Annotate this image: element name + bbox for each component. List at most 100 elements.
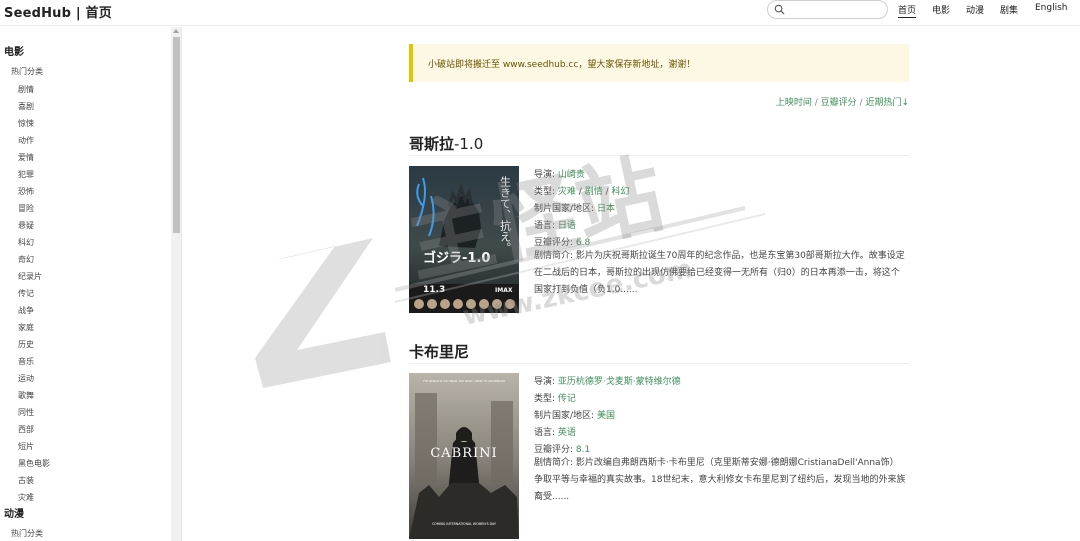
poster-footer: COMING INTERNATIONAL WOMEN'S DAY bbox=[432, 522, 496, 526]
genre-label: 类型: bbox=[534, 394, 558, 404]
site-brand[interactable]: SeedHub | 首页 bbox=[4, 2, 112, 21]
genre-label: 类型: bbox=[534, 187, 558, 197]
divider bbox=[409, 155, 909, 156]
sidebar-category-item[interactable]: 犯罪 bbox=[18, 169, 34, 180]
country-link[interactable]: 美国 bbox=[597, 411, 615, 421]
cabrini-poster-image: THE WORLD IS TOO SMALL FOR WHAT I WANT T… bbox=[409, 373, 519, 539]
sidebar-category-item[interactable]: 动作 bbox=[18, 135, 34, 146]
sidebar-subheading-hot[interactable]: 热门分类 bbox=[11, 66, 43, 77]
sidebar-category-item[interactable]: 短片 bbox=[18, 441, 34, 452]
director-label: 导演: bbox=[534, 170, 558, 180]
notice-text: 小破站即将搬迁至 www.seedhub.cc，望大家保存新地址，谢谢！ bbox=[428, 60, 696, 70]
sort-hot-link[interactable]: 近期热门↓ bbox=[865, 98, 909, 108]
genre-link[interactable]: 传记 bbox=[558, 394, 576, 404]
sidebar-category-item[interactable]: 黑色电影 bbox=[18, 458, 50, 469]
search-input[interactable] bbox=[788, 2, 883, 17]
sidebar-category-item[interactable]: 同性 bbox=[18, 407, 34, 418]
nav-home[interactable]: 首页 bbox=[898, 3, 917, 18]
notice-banner: 小破站即将搬迁至 www.seedhub.cc，望大家保存新地址，谢谢！ bbox=[409, 44, 909, 82]
movie-synopsis: 剧情简介: 影片改编自弗朗西斯卡·卡布里尼（克里斯蒂安娜·德朗娜Cristian… bbox=[534, 458, 906, 502]
director-link[interactable]: 亚历杭德罗·戈麦斯·蒙特维尔德 bbox=[558, 377, 681, 387]
sort-release-link[interactable]: 上映时间 bbox=[776, 98, 812, 108]
poster-tagline: THE WORLD IS TOO SMALL FOR WHAT I WANT T… bbox=[423, 379, 505, 383]
sidebar-category-item[interactable]: 歌舞 bbox=[18, 390, 34, 401]
sidebar-category-item[interactable]: 恐怖 bbox=[18, 186, 34, 197]
movie-info: 导演: 亚历杭德罗·戈麦斯·蒙特维尔德 类型: 传记 制片国家/地区: 美国 语… bbox=[534, 373, 906, 523]
sidebar-category-item[interactable]: 家庭 bbox=[18, 322, 34, 333]
sidebar-category-item[interactable]: 战争 bbox=[18, 305, 34, 316]
language-row: 语言: 英语 bbox=[534, 425, 576, 438]
sidebar-category-item[interactable]: 西部 bbox=[18, 424, 34, 435]
search-box[interactable] bbox=[767, 0, 888, 19]
movie-poster[interactable]: 生きて、抗え。 ゴジラ-1.0 11.3 IMAX bbox=[409, 166, 519, 313]
genre-link[interactable]: 科幻 bbox=[611, 187, 629, 197]
language-label: 语言: bbox=[534, 221, 558, 231]
sidebar-section-movies[interactable]: 电影 bbox=[4, 43, 24, 58]
sidebar-category-item[interactable]: 传记 bbox=[18, 288, 34, 299]
movie-synopsis: 剧情简介: 影片为庆祝哥斯拉诞生70周年的纪念作品，也是东宝第30部哥斯拉大作。… bbox=[534, 251, 905, 295]
godzilla-poster-image: 生きて、抗え。 ゴジラ-1.0 11.3 IMAX bbox=[409, 166, 519, 313]
country-label: 制片国家/地区: bbox=[534, 204, 597, 214]
movie-title-text[interactable]: 卡布里尼 bbox=[409, 343, 469, 361]
douban-score: 8.1 bbox=[575, 445, 591, 455]
divider bbox=[409, 363, 909, 364]
sidebar-category-item[interactable]: 喜剧 bbox=[18, 101, 34, 112]
nav-series[interactable]: 剧集 bbox=[1000, 3, 1018, 16]
sort-douban-link[interactable]: 豆瓣评分 bbox=[821, 98, 857, 108]
sidebar: 电影 热门分类 剧情喜剧惊悚动作爱情犯罪恐怖冒险悬疑科幻奇幻纪录片传记战争家庭历… bbox=[0, 27, 182, 541]
movie-title[interactable]: 哥斯拉-1.0 bbox=[409, 133, 483, 154]
sidebar-category-item[interactable]: 科幻 bbox=[18, 237, 34, 248]
sidebar-category-item[interactable]: 奇幻 bbox=[18, 254, 34, 265]
sidebar-category-item[interactable]: 古装 bbox=[18, 475, 34, 486]
country-row: 制片国家/地区: 美国 bbox=[534, 408, 615, 421]
scroll-up-icon[interactable] bbox=[173, 29, 179, 33]
language-row: 语言: 日语 bbox=[534, 218, 576, 231]
movie-title[interactable]: 卡布里尼 bbox=[409, 341, 469, 362]
movie-info: 导演: 山崎贵 类型: 灾难 / 剧情 / 科幻 制片国家/地区: 日本 语言:… bbox=[534, 166, 906, 316]
poster-format: IMAX bbox=[495, 287, 513, 294]
director-row: 导演: 亚历杭德罗·戈麦斯·蒙特维尔德 bbox=[534, 374, 681, 387]
sidebar-category-item[interactable]: 历史 bbox=[18, 339, 34, 350]
sidebar-category-item[interactable]: 悬疑 bbox=[18, 220, 34, 231]
sort-bar: 上映时间 / 豆瓣评分 / 近期热门↓ bbox=[776, 95, 909, 108]
sidebar-category-item[interactable]: 剧情 bbox=[18, 84, 34, 95]
sidebar-category-item[interactable]: 冒险 bbox=[18, 203, 34, 214]
director-row: 导演: 山崎贵 bbox=[534, 167, 585, 180]
nav-movies[interactable]: 电影 bbox=[932, 3, 950, 16]
movie-title-text[interactable]: 哥斯拉 bbox=[409, 135, 454, 153]
sidebar-category-item[interactable]: 灾难 bbox=[18, 492, 34, 503]
poster-tagline: 生きて、抗え。 bbox=[499, 175, 512, 253]
sidebar-category-item[interactable]: 运动 bbox=[18, 373, 34, 384]
douban-score: 6.8 bbox=[575, 238, 591, 248]
sidebar-scrollbar[interactable] bbox=[171, 27, 181, 541]
genre-row: 类型: 传记 bbox=[534, 391, 576, 404]
nav-anime[interactable]: 动漫 bbox=[966, 3, 984, 16]
movie-poster[interactable]: THE WORLD IS TOO SMALL FOR WHAT I WANT T… bbox=[409, 373, 519, 539]
poster-title: CABRINI bbox=[430, 446, 497, 461]
scrollbar-thumb[interactable] bbox=[173, 37, 180, 233]
genre-link[interactable]: 灾难 bbox=[558, 187, 576, 197]
language-label: 语言: bbox=[534, 428, 558, 438]
movie-title-suffix[interactable]: -1.0 bbox=[454, 135, 483, 153]
score-label: 豆瓣评分: bbox=[534, 445, 576, 455]
poster-date: 11.3 bbox=[423, 285, 445, 295]
language-link[interactable]: 英语 bbox=[558, 428, 576, 438]
top-bar: SeedHub | 首页 首页 电影 动漫 剧集 English bbox=[0, 0, 1080, 26]
sidebar-category-item[interactable]: 惊悚 bbox=[18, 118, 34, 129]
director-label: 导演: bbox=[534, 377, 558, 387]
nav-english[interactable]: English bbox=[1035, 3, 1068, 13]
search-icon bbox=[774, 4, 785, 15]
director-link[interactable]: 山崎贵 bbox=[558, 170, 585, 180]
country-label: 制片国家/地区: bbox=[534, 411, 597, 421]
sidebar-subheading-hot-anime[interactable]: 热门分类 bbox=[11, 528, 43, 539]
language-link[interactable]: 日语 bbox=[558, 221, 576, 231]
sidebar-category-item[interactable]: 音乐 bbox=[18, 356, 34, 367]
sort-separator: / bbox=[811, 98, 821, 108]
score-row: 豆瓣评分: 8.1 bbox=[534, 442, 590, 455]
sidebar-section-anime[interactable]: 动漫 bbox=[4, 505, 24, 520]
genre-link[interactable]: 剧情 bbox=[585, 187, 603, 197]
sidebar-category-item[interactable]: 纪录片 bbox=[18, 271, 42, 282]
score-label: 豆瓣评分: bbox=[534, 238, 576, 248]
country-link[interactable]: 日本 bbox=[597, 204, 615, 214]
sidebar-category-item[interactable]: 爱情 bbox=[18, 152, 34, 163]
